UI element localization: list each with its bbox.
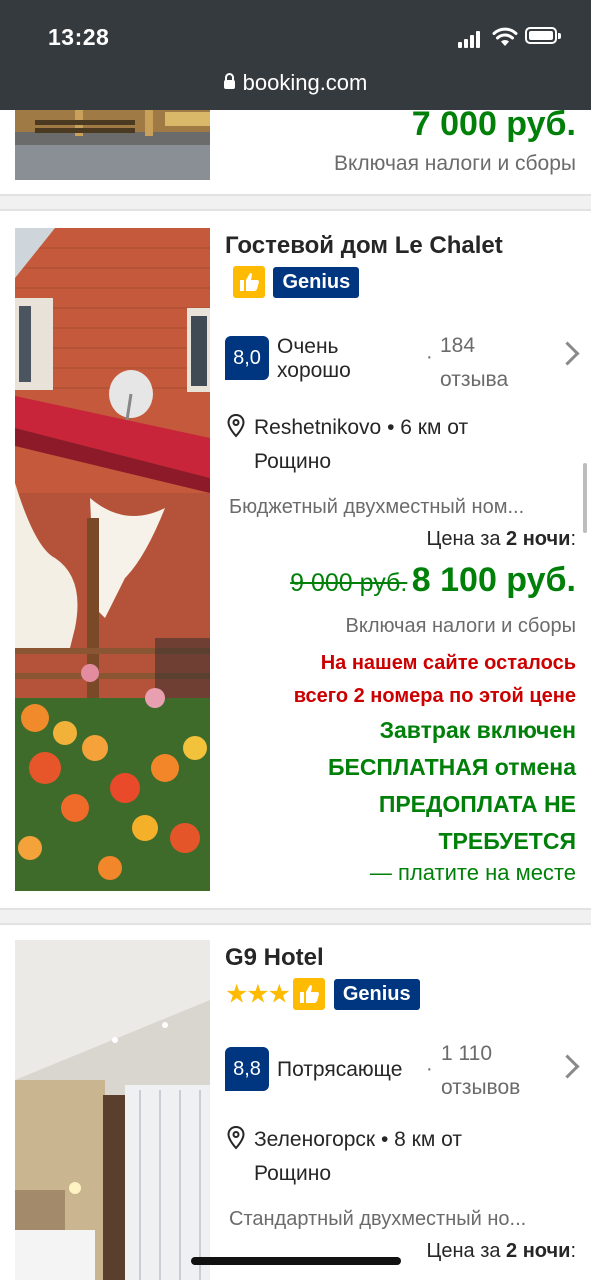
room-type: Бюджетный двухместный ном... — [229, 496, 525, 518]
chevron-right-icon[interactable] — [555, 1054, 580, 1079]
hotel-name-g9[interactable]: G9 Hotel — [225, 944, 324, 972]
breakfast-included: Завтрак включен — [379, 717, 576, 743]
old-price: 9 000 руб. — [290, 569, 408, 597]
review-score: 8,0 — [225, 336, 269, 380]
no-prepayment-line-2: ТРЕБУЕТСЯ — [438, 828, 576, 854]
free-cancellation: БЕСПЛАТНАЯ отмена — [327, 754, 576, 780]
location-line-2: Рощино — [254, 1162, 332, 1185]
nights-count: 2 ночи — [506, 528, 571, 550]
scarcity-message: На нашем сайте осталось всего 2 номера п… — [225, 647, 576, 713]
rating-word-2: хорошо — [277, 359, 351, 382]
chevron-right-icon[interactable] — [555, 341, 580, 366]
location-line-1: Reshetnikovo • 6 км от — [254, 416, 469, 439]
review-count-number: 184 — [440, 334, 476, 357]
url-text: booking.com — [242, 70, 368, 95]
wifi-icon — [492, 27, 518, 46]
separator-dot: · — [426, 1058, 433, 1080]
home-indicator[interactable] — [191, 1257, 401, 1265]
card-divider — [0, 908, 591, 925]
hotel-card-le-chalet[interactable]: Гостевой дом Le Chalet Genius 8,0 Очень … — [0, 211, 591, 908]
scarcity-line-2: всего 2 номера по этой цене — [293, 685, 576, 707]
preferred-badge: Genius — [233, 266, 360, 298]
review-count: 184 отзыва — [440, 329, 508, 397]
price-for-prefix: Цена за — [426, 1240, 507, 1262]
location-line-1: Зеленогорск • 8 км от — [254, 1128, 462, 1151]
lock-icon — [223, 73, 235, 89]
prev-hotel-photo[interactable] — [15, 110, 210, 180]
prev-hotel-card[interactable]: 7 000 руб. Включая налоги и сборы — [0, 105, 591, 194]
review-score: 8,8 — [225, 1047, 269, 1091]
rating-word-1: Очень — [277, 335, 339, 358]
location-text[interactable]: Reshetnikovo • 6 км от Рощино — [254, 411, 468, 479]
location-pin-icon — [227, 414, 245, 438]
hotel-photo-le-chalet[interactable] — [15, 228, 210, 891]
status-bar: 13:28 booking.com — [0, 0, 591, 110]
prev-taxes: Включая налоги и сборы — [333, 152, 576, 175]
hotel-name-le-chalet[interactable]: Гостевой дом Le Chalet — [225, 232, 503, 260]
room-type: Стандартный двухместный но... — [229, 1208, 527, 1230]
location-text[interactable]: Зеленогорск • 8 км от Рощино — [254, 1123, 462, 1191]
price-for-prefix: Цена за — [426, 528, 507, 550]
price-for-suffix: : — [570, 1240, 576, 1262]
no-prepayment-line-1: ПРЕДОПЛАТА НЕ — [378, 791, 576, 817]
separator-dot: · — [426, 346, 433, 368]
location-pin-icon — [227, 1126, 245, 1150]
nights-count: 2 ночи — [506, 1240, 571, 1262]
review-count-label: отзыва — [440, 368, 509, 391]
status-time: 13:28 — [48, 24, 110, 50]
review-rating-text: Очень хорошо — [277, 335, 351, 383]
review-count-number: 1 110 — [441, 1042, 492, 1065]
review-count: 1 110 отзывов — [441, 1037, 520, 1105]
rating-badges: ★★★ Genius — [225, 978, 420, 1010]
battery-icon — [525, 27, 561, 44]
genius-badge: Genius — [273, 266, 360, 298]
taxes-note: Включая налоги и сборы — [345, 615, 577, 637]
star-rating-icon: ★★★ — [225, 978, 291, 1009]
genius-badge: Genius — [333, 978, 420, 1010]
price-row: 9 000 руб. 8 100 руб. — [225, 561, 576, 600]
price-for-suffix: : — [570, 528, 576, 550]
address-bar[interactable]: booking.com — [0, 70, 591, 96]
review-count-label: отзывов — [441, 1076, 521, 1099]
thumbs-up-icon — [293, 978, 326, 1010]
pay-at-property: — платите на месте — [369, 860, 576, 885]
hotel-photo-g9[interactable] — [15, 940, 210, 1280]
review-rating-text: Потрясающе — [277, 1058, 403, 1081]
scrollbar[interactable] — [583, 463, 587, 533]
scarcity-line-1: На нашем сайте осталось — [320, 652, 576, 674]
benefits: Завтрак включен БЕСПЛАТНАЯ отмена ПРЕДОП… — [225, 712, 576, 860]
prev-price: 7 000 руб. — [411, 105, 576, 143]
card-divider — [0, 194, 591, 211]
price-for-nights: Цена за 2 ночи: — [225, 528, 576, 551]
signal-icon — [458, 30, 486, 48]
current-price: 8 100 руб. — [411, 561, 576, 599]
hotel-card-g9[interactable]: G9 Hotel ★★★ Genius 8,8 Потрясающе · 1 1… — [0, 925, 591, 1280]
thumbs-up-icon — [233, 266, 265, 298]
location-line-2: Рощино — [254, 450, 332, 473]
